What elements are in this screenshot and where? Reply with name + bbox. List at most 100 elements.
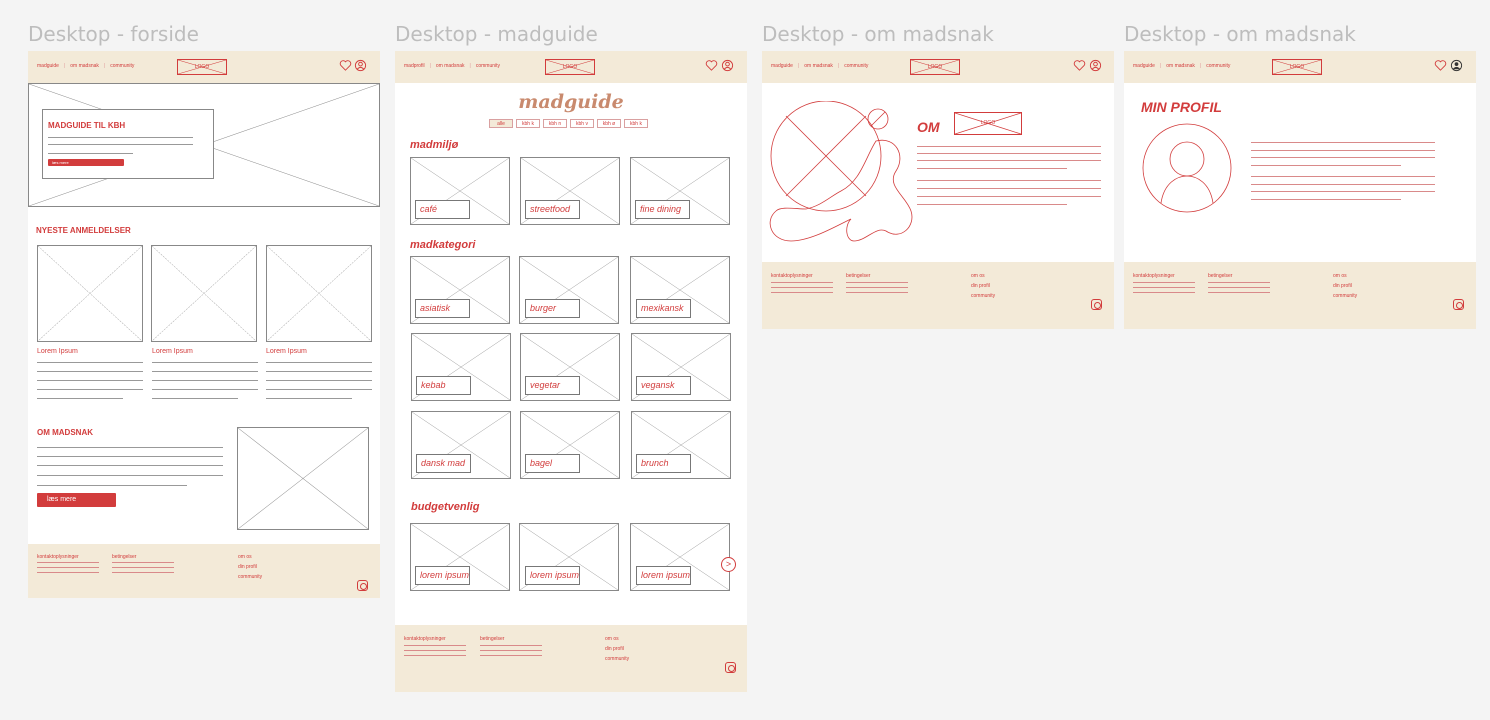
nav-link-community[interactable]: community [110, 63, 134, 69]
instagram-icon[interactable] [725, 662, 736, 673]
footer-link-profile[interactable]: din profil [238, 564, 257, 570]
chevron-right-icon: > [725, 559, 732, 569]
om-logo: LOGO [954, 112, 1022, 135]
logo[interactable]: LOGO [545, 59, 595, 75]
about-heading: OM MADSNAK [37, 428, 93, 437]
nav-link-om-madsnak[interactable]: om madsnak [436, 63, 465, 69]
om-heading: OM [917, 119, 940, 135]
footer: kontaktoplysninger betingelser om os din… [762, 262, 1114, 329]
illustration-graphic [769, 101, 913, 242]
review-title[interactable]: Lorem Ipsum [152, 348, 193, 355]
footer-link-community[interactable]: community [1333, 293, 1357, 299]
filter-chip[interactable]: kbh k [624, 119, 648, 128]
frame-title-min-profil: Desktop - om madsnak [1124, 22, 1356, 46]
nav-link-om-madsnak[interactable]: om madsnak [1166, 63, 1195, 69]
user-icon[interactable] [354, 59, 367, 72]
nav-link-madguide[interactable]: madguide [37, 63, 59, 69]
instagram-icon[interactable] [1453, 299, 1464, 310]
reviews-heading: NYESTE ANMELDELSER [36, 226, 131, 235]
footer-contact-heading: kontaktoplysninger [37, 554, 79, 560]
logo[interactable]: LOGO [1272, 59, 1322, 75]
heart-icon[interactable] [1434, 59, 1447, 72]
category-label: lorem ipsum [525, 566, 580, 585]
footer-link-profile[interactable]: din profil [605, 646, 624, 652]
footer-link-about[interactable]: om os [605, 636, 619, 642]
navbar: madprofil | om madsnak | community LOGO [395, 51, 747, 83]
footer-link-community[interactable]: community [238, 574, 262, 580]
frame-title-madguide: Desktop - madguide [395, 22, 598, 46]
frame-title-forside: Desktop - forside [28, 22, 199, 46]
category-label: asiatisk [415, 299, 470, 318]
frame-madguide: madprofil | om madsnak | community LOGO ma… [395, 51, 747, 692]
instagram-icon[interactable] [357, 580, 368, 591]
footer-link-about[interactable]: om os [1333, 273, 1347, 279]
nav-link-community[interactable]: community [476, 63, 500, 69]
category-label: vegetar [525, 376, 580, 395]
footer: kontaktoplysninger betingelser om os din… [1124, 262, 1476, 329]
category-label: fine dining [635, 200, 690, 219]
filter-chip[interactable]: kbh n [543, 119, 567, 128]
nav-link-om-madsnak[interactable]: om madsnak [70, 63, 99, 69]
footer: kontaktoplysninger betingelser om os din… [28, 544, 380, 598]
text-line [48, 144, 193, 145]
category-label: streetfood [525, 200, 580, 219]
footer-link-profile[interactable]: din profil [1333, 283, 1352, 289]
section-heading: madkategori [410, 239, 476, 251]
category-label: lorem ipsum [415, 566, 470, 585]
heart-icon[interactable] [1073, 59, 1086, 72]
navbar: madguide | om madsnak | community LOGO [1124, 51, 1476, 83]
logo[interactable]: LOGO [177, 59, 227, 75]
nav-link-community[interactable]: community [1206, 63, 1230, 69]
review-title[interactable]: Lorem Ipsum [266, 348, 307, 355]
nav-link-om-madsnak[interactable]: om madsnak [804, 63, 833, 69]
heart-icon[interactable] [705, 59, 718, 72]
review-image[interactable] [266, 245, 372, 342]
profile-heading: MIN PROFIL [1141, 99, 1222, 115]
nav-link-madprofil[interactable]: madprofil [404, 63, 425, 69]
about-image [237, 427, 369, 530]
filter-chip[interactable]: alle [489, 119, 513, 128]
footer-terms-heading: betingelser [480, 636, 505, 642]
footer: kontaktoplysninger betingelser om os din… [395, 625, 747, 692]
review-image[interactable] [37, 245, 143, 342]
heart-icon[interactable] [339, 59, 352, 72]
section-heading: budgetvenlig [411, 501, 480, 513]
footer-terms-heading: betingelser [112, 554, 137, 560]
instagram-icon[interactable] [1091, 299, 1102, 310]
user-icon[interactable] [1450, 59, 1463, 72]
next-arrow-button[interactable]: > [721, 557, 736, 572]
footer-link-community[interactable]: community [971, 293, 995, 299]
filter-chip[interactable]: kbh ø [597, 119, 621, 128]
navbar: madguide | om madsnak | community LOGO [28, 51, 380, 83]
footer-link-community[interactable]: community [605, 656, 629, 662]
avatar [1142, 123, 1232, 213]
category-label: kebab [416, 376, 471, 395]
review-title[interactable]: Lorem Ipsum [37, 348, 78, 355]
footer-link-about[interactable]: om os [238, 554, 252, 560]
review-image[interactable] [151, 245, 257, 342]
user-icon[interactable] [1089, 59, 1102, 72]
logo-text: LOGO [562, 64, 578, 70]
logo-text: LOGO [194, 64, 210, 70]
filter-chip[interactable]: kbh k [516, 119, 540, 128]
footer-contact-heading: kontaktoplysninger [771, 273, 813, 279]
hero-read-more-button[interactable]: læs mere [48, 159, 124, 166]
category-label: vegansk [636, 376, 691, 395]
nav-link-community[interactable]: community [844, 63, 868, 69]
logo-text: LOGO [1289, 64, 1305, 70]
text-line [48, 137, 193, 138]
filter-chip[interactable]: kbh v [570, 119, 594, 128]
footer-link-about[interactable]: om os [971, 273, 985, 279]
footer-link-profile[interactable]: din profil [971, 283, 990, 289]
category-label: café [415, 200, 470, 219]
frame-min-profil: madguide | om madsnak | community LOGO MIN… [1124, 51, 1476, 329]
footer-contact-heading: kontaktoplysninger [404, 636, 446, 642]
user-icon[interactable] [721, 59, 734, 72]
hero-title: MADGUIDE TIL KBH [48, 121, 126, 130]
category-label: burger [525, 299, 580, 318]
nav-link-madguide[interactable]: madguide [771, 63, 793, 69]
logo[interactable]: LOGO [910, 59, 960, 75]
nav-link-madguide[interactable]: madguide [1133, 63, 1155, 69]
footer-contact-heading: kontaktoplysninger [1133, 273, 1175, 279]
about-read-more-button[interactable]: læs mere [37, 493, 116, 507]
